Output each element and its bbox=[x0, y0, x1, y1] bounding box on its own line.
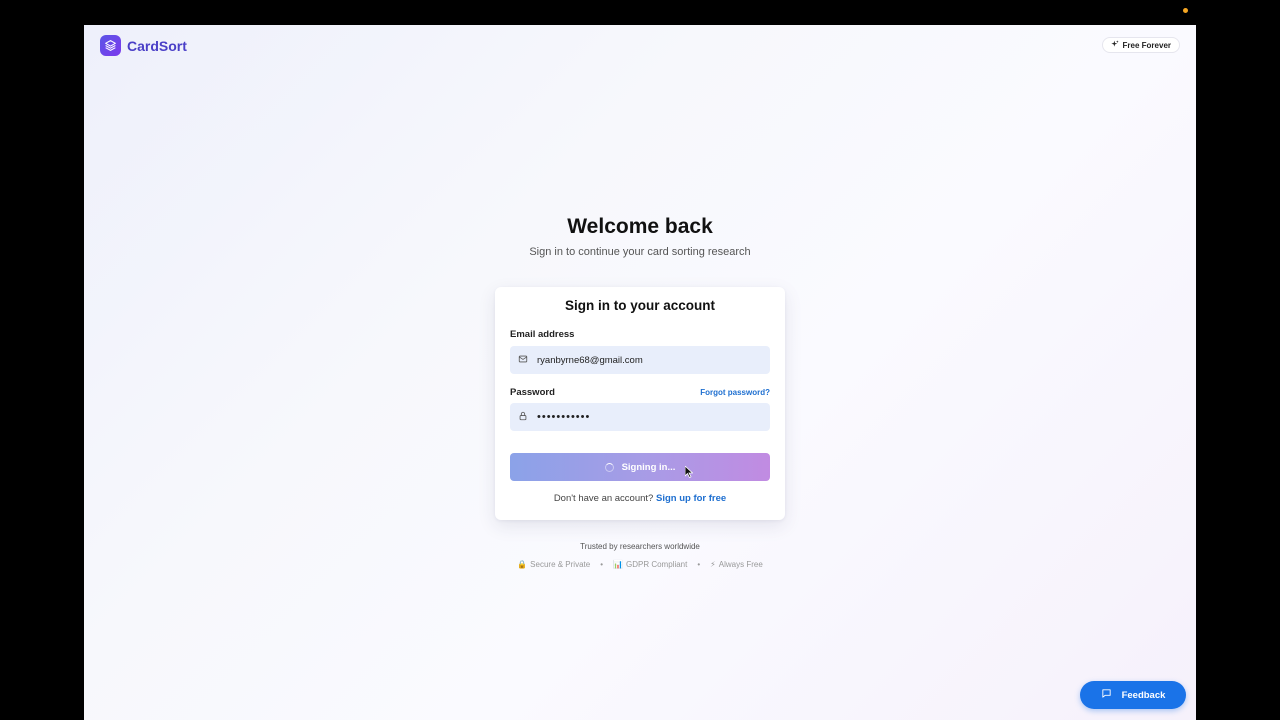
trusted-heading: Trusted by researchers worldwide bbox=[580, 542, 700, 551]
lock-icon bbox=[518, 411, 528, 424]
email-field[interactable]: ryanbyrne68@gmail.com bbox=[510, 346, 770, 374]
free-forever-badge: Free Forever bbox=[1101, 37, 1180, 53]
screen-left-bar bbox=[0, 25, 84, 720]
feature-free: ⚡ Always Free bbox=[710, 560, 763, 569]
separator: • bbox=[600, 560, 604, 569]
password-field[interactable]: ••••••••••• bbox=[510, 403, 770, 431]
page-subtitle: Sign in to continue your card sorting re… bbox=[529, 246, 751, 258]
brand-name: CardSort bbox=[127, 37, 187, 54]
brand[interactable]: CardSort bbox=[100, 35, 187, 56]
signup-prompt: Don't have an account? bbox=[553, 493, 654, 504]
signin-button-label: Signing in... bbox=[621, 461, 676, 473]
trust-features: 🔒 Secure & Private • 📊 GDPR Compliant • … bbox=[84, 560, 1196, 569]
screen-right-bar bbox=[1196, 25, 1280, 720]
page-title: Welcome back bbox=[567, 215, 713, 238]
feedback-label: Feedback bbox=[1121, 689, 1166, 701]
loading-spinner-icon bbox=[604, 462, 614, 472]
signin-card: Sign in to your account Email address ry… bbox=[495, 287, 785, 520]
feature-label: Always Free bbox=[718, 560, 763, 569]
signup-row: Don't have an account? Sign up for free bbox=[495, 493, 785, 504]
chat-icon bbox=[1101, 688, 1112, 702]
recording-indicator bbox=[1183, 8, 1188, 13]
separator: • bbox=[697, 560, 701, 569]
chart-emoji-icon: 📊 bbox=[613, 560, 623, 569]
signin-card-title: Sign in to your account bbox=[564, 298, 715, 313]
feature-gdpr: 📊 GDPR Compliant bbox=[613, 560, 687, 569]
screen-top-bar bbox=[0, 0, 1280, 25]
feature-label: GDPR Compliant bbox=[625, 560, 688, 569]
forgot-password-link[interactable]: Forgot password? bbox=[700, 388, 770, 397]
feature-secure: 🔒 Secure & Private bbox=[517, 560, 590, 569]
feature-label: Secure & Private bbox=[530, 560, 591, 569]
email-label: Email address bbox=[510, 329, 575, 340]
lightning-emoji-icon: ⚡ bbox=[710, 560, 716, 569]
sparkle-icon bbox=[1110, 40, 1119, 50]
feedback-button[interactable]: Feedback bbox=[1080, 681, 1186, 709]
badge-label: Free Forever bbox=[1122, 40, 1171, 50]
layers-icon bbox=[100, 35, 121, 56]
mail-icon bbox=[518, 354, 528, 367]
signup-link[interactable]: Sign up for free bbox=[656, 493, 726, 504]
password-label: Password bbox=[510, 387, 555, 398]
mouse-cursor-icon bbox=[684, 465, 694, 483]
password-value: ••••••••••• bbox=[537, 411, 591, 423]
email-value: ryanbyrne68@gmail.com bbox=[537, 354, 643, 366]
signin-button[interactable]: Signing in... bbox=[510, 453, 770, 481]
login-page: CardSort Free Forever Welcome back Sign … bbox=[84, 25, 1196, 720]
lock-emoji-icon: 🔒 bbox=[517, 560, 528, 569]
